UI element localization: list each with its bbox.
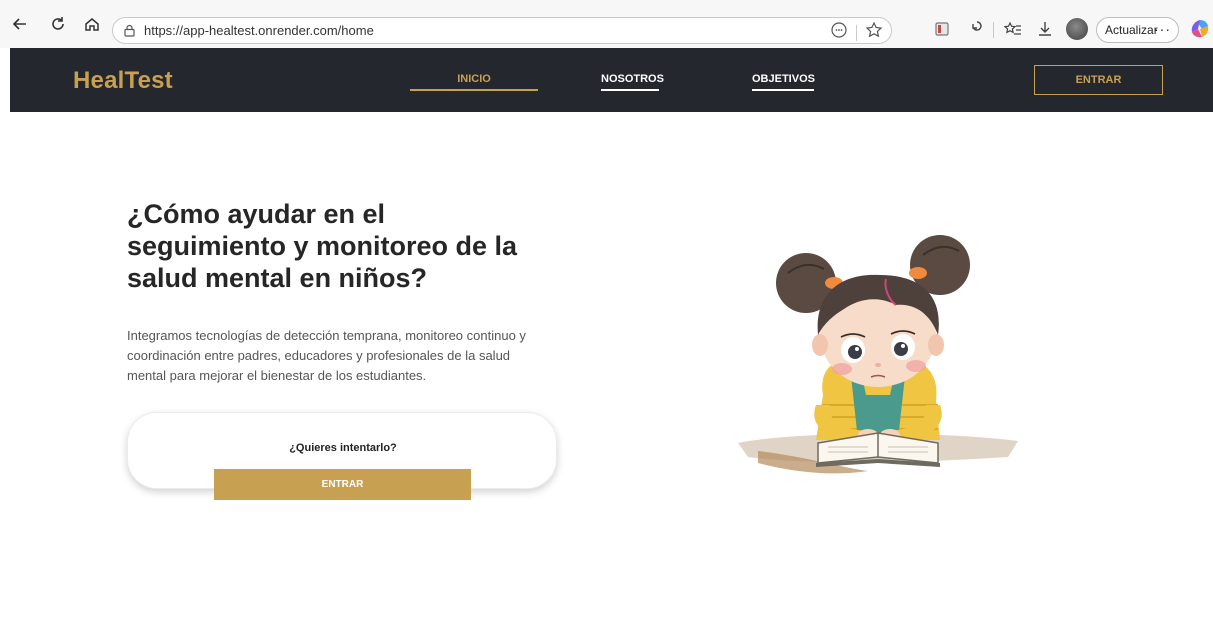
address-bar[interactable]: https://app-healtest.onrender.com/home: [112, 17, 892, 44]
nav-link-inicio[interactable]: INICIO: [410, 73, 538, 91]
girl-reading-illustration: [738, 235, 1018, 474]
cta-enter-button[interactable]: ENTRAR: [214, 469, 471, 500]
download-icon[interactable]: [1034, 18, 1056, 40]
site-navbar: HealTest INICIO NOSOTROS OBJETIVOS ENTRA…: [10, 48, 1213, 112]
url-text: https://app-healtest.onrender.com/home: [144, 23, 374, 38]
hero-title: ¿Cómo ayudar en el seguimiento y monitor…: [127, 199, 518, 293]
reading-mode-icon[interactable]: [931, 18, 953, 40]
refresh-icon[interactable]: [46, 12, 70, 36]
nav-link-nosotros[interactable]: NOSOTROS: [601, 73, 664, 91]
home-icon[interactable]: [80, 12, 104, 36]
extensions-icon[interactable]: [966, 18, 988, 40]
emoji-icon[interactable]: [830, 21, 848, 44]
favorites-list-icon[interactable]: [1002, 18, 1024, 40]
divider: [993, 22, 994, 38]
more-options-icon[interactable]: ···: [1154, 21, 1171, 37]
nav-link-objetivos[interactable]: OBJETIVOS: [752, 73, 815, 91]
cta-question: ¿Quieres intentarlo?: [289, 442, 397, 454]
site-info-icon[interactable]: [122, 24, 136, 38]
browser-toolbar: https://app-healtest.onrender.com/home A…: [0, 0, 1213, 48]
hero-description: Integramos tecnologías de detección temp…: [127, 328, 526, 383]
brand-logo[interactable]: HealTest: [73, 67, 173, 95]
back-icon[interactable]: [8, 12, 32, 36]
copilot-icon[interactable]: [1188, 17, 1212, 41]
address-bar-actions: [830, 21, 883, 44]
nav-enter-button[interactable]: ENTRAR: [1034, 65, 1163, 95]
divider: [856, 24, 857, 41]
favorite-star-icon[interactable]: [865, 21, 883, 44]
profile-avatar[interactable]: [1066, 18, 1088, 40]
update-button-label: Actualizar: [1105, 23, 1158, 37]
update-button[interactable]: Actualizar ···: [1096, 17, 1179, 43]
